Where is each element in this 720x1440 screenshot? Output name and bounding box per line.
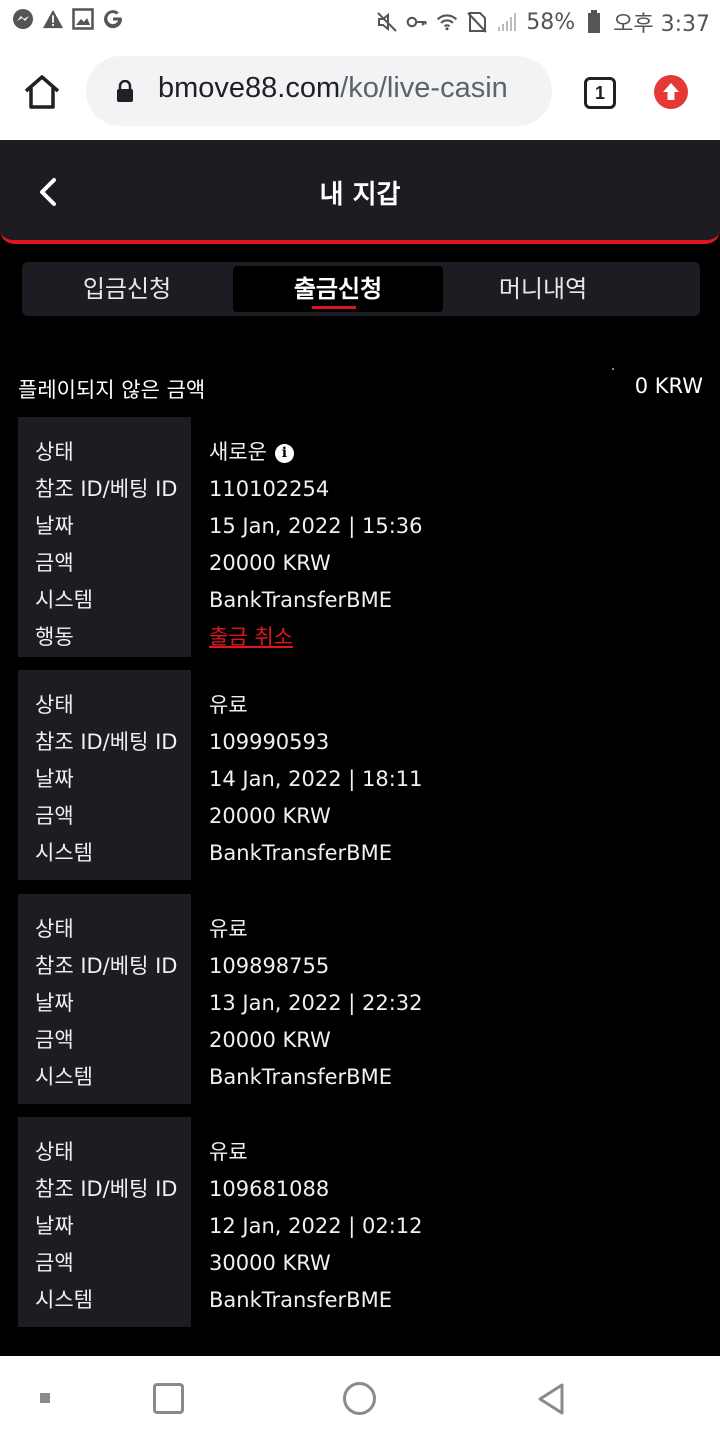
page-title: 내 지갑 xyxy=(319,180,401,210)
date-value: 14 Jan, 2022 | 18:11 xyxy=(209,767,423,791)
status-value: 새로운 i xyxy=(209,434,294,471)
home-button[interactable] xyxy=(20,72,64,112)
status-bar: 58% 오후 3:37 xyxy=(0,0,720,44)
url-text: bmove88.com/ko/live-casin xyxy=(158,72,508,105)
action-label: 행동 xyxy=(35,625,74,649)
reference-label: 참조 ID/베팅 ID xyxy=(35,730,178,754)
lock-icon xyxy=(116,79,134,102)
system-value: BankTransferBME xyxy=(209,841,392,865)
system-value: BankTransferBME xyxy=(209,1288,392,1312)
reference-value: 110102254 xyxy=(209,477,330,501)
system-nav-bar xyxy=(0,1356,720,1440)
signal-icon xyxy=(496,11,518,33)
active-tab-indicator xyxy=(312,306,356,309)
reference-label: 참조 ID/베팅 ID xyxy=(35,477,178,501)
wallet-tabs: 입금신청 출금신청 머니내역 xyxy=(22,262,700,316)
date-label: 날짜 xyxy=(35,1214,74,1238)
image-icon xyxy=(72,8,94,30)
date-value: 12 Jan, 2022 | 02:12 xyxy=(209,1214,423,1238)
mute-icon xyxy=(376,11,398,33)
status-label: 상태 xyxy=(35,693,74,717)
reference-value: 109681088 xyxy=(209,1177,330,1201)
divider-dot xyxy=(612,368,614,370)
amount-value: 30000 KRW xyxy=(209,1251,331,1275)
amount-label: 금액 xyxy=(35,804,74,828)
cancel-withdrawal-link[interactable]: 출금 취소 xyxy=(209,619,293,656)
transaction-card: 상태 유료 참조 ID/베팅 ID 109681088 날짜 12 Jan, 2… xyxy=(18,1117,702,1327)
status-label: 상태 xyxy=(35,440,74,464)
home-icon xyxy=(24,75,60,109)
key-icon xyxy=(406,11,428,33)
amount-value: 20000 KRW xyxy=(209,804,331,828)
reference-value: 109898755 xyxy=(209,954,330,978)
system-label: 시스템 xyxy=(35,841,93,865)
nav-indicator-dot xyxy=(40,1393,50,1403)
battery-icon xyxy=(583,10,605,33)
date-label: 날짜 xyxy=(35,514,74,538)
messenger-icon xyxy=(12,8,34,30)
google-icon xyxy=(102,8,124,30)
system-label: 시스템 xyxy=(35,1065,93,1089)
recent-apps-button[interactable] xyxy=(153,1383,184,1414)
system-label: 시스템 xyxy=(35,1288,93,1312)
transaction-card: 상태 유료 참조 ID/베팅 ID 109990593 날짜 14 Jan, 2… xyxy=(18,670,702,880)
status-label: 상태 xyxy=(35,917,74,941)
battery-percent: 58% xyxy=(526,9,576,35)
amount-value: 20000 KRW xyxy=(209,551,331,575)
reference-label: 참조 ID/베팅 ID xyxy=(35,1177,178,1201)
no-sim-icon xyxy=(466,11,488,33)
status-time: 오후 3:37 xyxy=(613,12,710,37)
amount-value: 20000 KRW xyxy=(209,1028,331,1052)
date-value: 13 Jan, 2022 | 22:32 xyxy=(209,991,423,1015)
status-label: 상태 xyxy=(35,1140,74,1164)
arrow-up-icon xyxy=(663,83,679,100)
amount-label: 금액 xyxy=(35,1028,74,1052)
date-label: 날짜 xyxy=(35,991,74,1015)
system-value: BankTransferBME xyxy=(209,588,392,612)
system-label: 시스템 xyxy=(35,588,93,612)
amount-label: 금액 xyxy=(35,551,74,575)
transaction-card: 상태 유료 참조 ID/베팅 ID 109898755 날짜 13 Jan, 2… xyxy=(18,894,702,1104)
wifi-icon xyxy=(436,11,458,33)
url-path: /ko/live-casin xyxy=(340,72,508,104)
unplayed-amount-label: 플레이되지 않은 금액 xyxy=(18,378,206,402)
update-button[interactable] xyxy=(654,75,688,109)
browser-toolbar: bmove88.com/ko/live-casin 1 xyxy=(0,44,720,140)
tab-switcher-button[interactable]: 1 xyxy=(584,77,616,109)
tab-withdraw-label: 출금신청 xyxy=(293,275,383,303)
amount-label: 금액 xyxy=(35,1251,74,1275)
unplayed-amount-value: 0 KRW xyxy=(634,374,703,398)
url-domain: bmove88.com xyxy=(158,72,341,104)
tab-deposit[interactable]: 입금신청 xyxy=(22,266,232,312)
app-header: 내 지갑 xyxy=(0,140,720,244)
address-bar[interactable]: bmove88.com/ko/live-casin xyxy=(86,56,552,126)
date-label: 날짜 xyxy=(35,767,74,791)
transaction-card: 상태 새로운 i 참조 ID/베팅 ID 110102254 날짜 15 Jan,… xyxy=(18,417,702,657)
info-icon[interactable]: i xyxy=(274,444,294,463)
status-text: 새로운 xyxy=(209,440,267,464)
status-value: 유료 xyxy=(209,917,248,941)
home-nav-button[interactable] xyxy=(343,1382,376,1415)
cancel-withdrawal-text[interactable]: 출금 취소 xyxy=(209,625,293,649)
status-value: 유료 xyxy=(209,1140,248,1164)
reference-label: 참조 ID/베팅 ID xyxy=(35,954,178,978)
tab-money-history[interactable]: 머니내역 xyxy=(438,266,648,312)
system-value: BankTransferBME xyxy=(209,1065,392,1089)
status-value: 유료 xyxy=(209,693,248,717)
date-value: 15 Jan, 2022 | 15:36 xyxy=(209,514,423,538)
warning-icon xyxy=(42,8,64,30)
reference-value: 109990593 xyxy=(209,730,330,754)
triangle-back-icon xyxy=(538,1383,564,1415)
back-nav-button[interactable] xyxy=(536,1382,566,1416)
